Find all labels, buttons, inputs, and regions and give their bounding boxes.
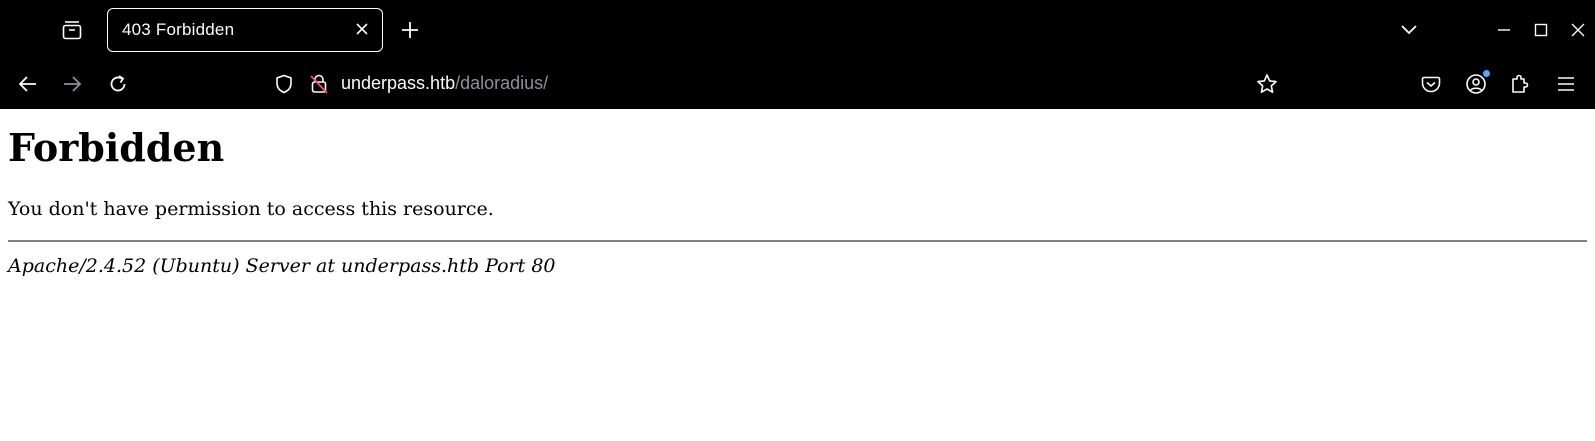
navigation-toolbar: underpass.htb/daloradius/ — [0, 60, 1595, 109]
puzzle-icon — [1509, 73, 1531, 95]
minimize-icon — [1497, 23, 1511, 37]
close-icon — [1570, 22, 1586, 38]
lock-strike-icon — [309, 73, 329, 95]
divider — [8, 240, 1587, 242]
shield-icon — [275, 74, 293, 94]
tab-manager-icon — [61, 19, 83, 41]
hamburger-menu-icon — [1557, 76, 1575, 92]
url-path: /daloradius/ — [455, 73, 549, 93]
arrow-right-icon — [62, 75, 82, 93]
pocket-icon — [1421, 74, 1441, 94]
error-message: You don't have permission to access this… — [8, 198, 494, 220]
bookmark-button[interactable] — [1250, 67, 1284, 101]
close-tab-button[interactable] — [350, 19, 374, 43]
close-icon — [355, 22, 369, 41]
tab-title: 403 Forbidden — [122, 20, 235, 39]
plus-icon — [401, 21, 419, 39]
site-info-button[interactable] — [302, 67, 336, 101]
notification-badge — [1483, 70, 1490, 77]
account-button[interactable] — [1459, 67, 1493, 101]
arrow-left-icon — [18, 75, 38, 93]
minimize-button[interactable] — [1487, 13, 1521, 47]
tab-strip: 403 Forbidden — [0, 0, 1595, 60]
star-icon — [1256, 73, 1278, 95]
active-tab[interactable]: 403 Forbidden — [107, 8, 383, 52]
new-tab-button[interactable] — [393, 13, 427, 47]
maximize-icon — [1534, 23, 1548, 37]
tracking-protection-button[interactable] — [267, 67, 301, 101]
server-signature: Apache/2.4.52 (Ubuntu) Server at underpa… — [8, 255, 556, 277]
reload-button[interactable] — [101, 67, 135, 101]
url-bar[interactable]: underpass.htb/daloradius/ — [341, 73, 548, 94]
back-button[interactable] — [11, 67, 45, 101]
page-content: Forbidden You don't have permission to a… — [0, 109, 1595, 441]
tab-manager-button[interactable] — [55, 13, 89, 47]
close-window-button[interactable] — [1561, 13, 1595, 47]
maximize-button[interactable] — [1524, 13, 1558, 47]
extensions-button[interactable] — [1503, 67, 1537, 101]
pocket-button[interactable] — [1414, 67, 1448, 101]
chevron-down-icon — [1400, 24, 1418, 36]
reload-icon — [108, 74, 128, 94]
forward-button[interactable] — [55, 67, 89, 101]
page-heading: Forbidden — [8, 125, 225, 170]
application-menu-button[interactable] — [1549, 67, 1583, 101]
list-all-tabs-button[interactable] — [1392, 13, 1426, 47]
browser-chrome: 403 Forbidden underpass.htb/daloradius/ — [0, 0, 1595, 109]
url-host: underpass.htb — [341, 73, 456, 93]
